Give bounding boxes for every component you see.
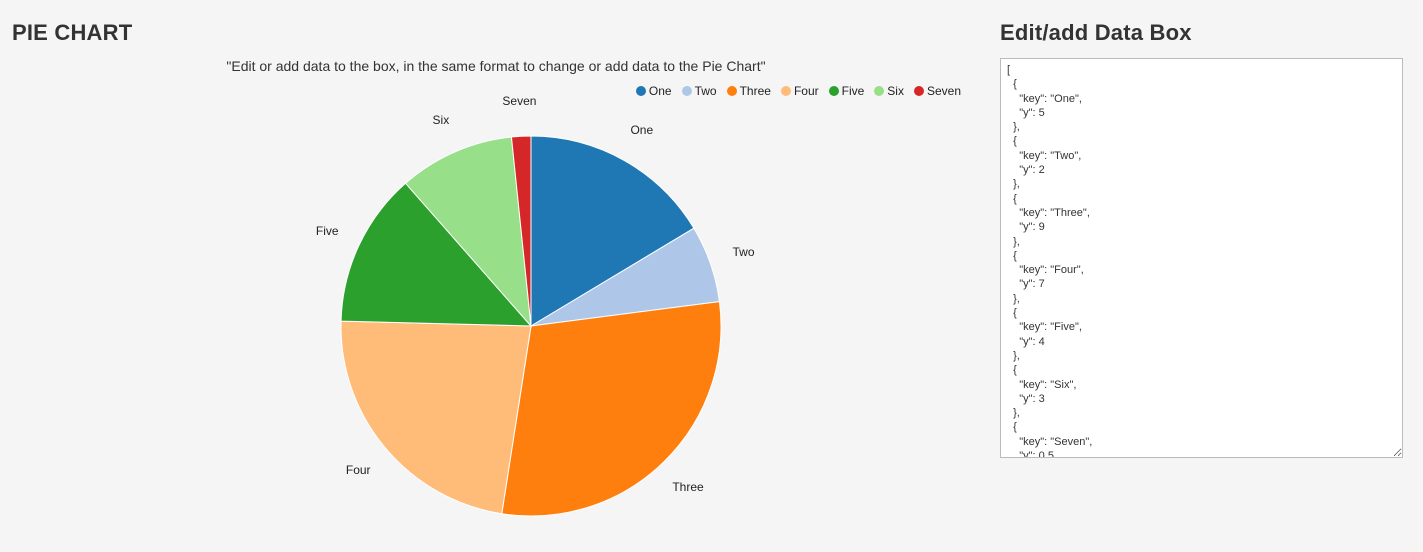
legend-item[interactable]: Four — [781, 84, 819, 98]
legend-label: Four — [794, 84, 819, 98]
legend-item[interactable]: Seven — [914, 84, 961, 98]
legend-label: Seven — [927, 84, 961, 98]
legend-item[interactable]: Three — [727, 84, 771, 98]
legend-swatch-icon — [874, 86, 884, 96]
legend-swatch-icon — [727, 86, 737, 96]
legend-label: Three — [740, 84, 771, 98]
data-box-title: Edit/add Data Box — [1000, 20, 1403, 46]
page-root: PIE CHART "Edit or add data to the box, … — [0, 0, 1423, 552]
legend-label: Two — [695, 84, 717, 98]
data-panel: Edit/add Data Box — [990, 0, 1423, 552]
legend-swatch-icon — [636, 86, 646, 96]
legend-item[interactable]: Two — [682, 84, 717, 98]
pie-slice[interactable] — [341, 321, 531, 514]
chart-panel: PIE CHART "Edit or add data to the box, … — [0, 0, 990, 552]
legend-swatch-icon — [781, 86, 791, 96]
legend-item[interactable]: One — [636, 84, 672, 98]
chart-title: PIE CHART — [12, 20, 980, 46]
legend-swatch-icon — [914, 86, 924, 96]
legend-label: Six — [887, 84, 904, 98]
legend-swatch-icon — [829, 86, 839, 96]
chart-legend: One Two Three Four Five Six Seven — [31, 80, 961, 106]
pie-slice[interactable] — [502, 302, 721, 516]
pie-svg — [31, 106, 961, 546]
legend-label: One — [649, 84, 672, 98]
chart-wrap: "Edit or add data to the box, in the sam… — [31, 58, 961, 546]
data-textarea[interactable] — [1000, 58, 1403, 458]
legend-item[interactable]: Five — [829, 84, 865, 98]
pie-chart: OneTwoThreeFourFiveSixSeven — [31, 106, 961, 546]
chart-subtitle: "Edit or add data to the box, in the sam… — [31, 58, 961, 74]
legend-swatch-icon — [682, 86, 692, 96]
legend-item[interactable]: Six — [874, 84, 904, 98]
legend-label: Five — [842, 84, 865, 98]
